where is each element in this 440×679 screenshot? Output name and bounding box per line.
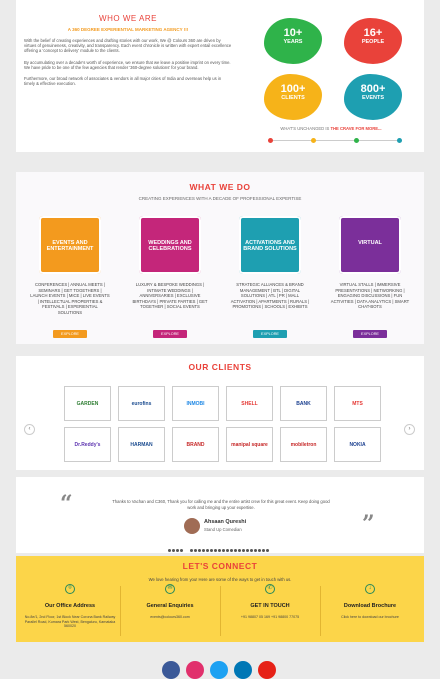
timeline-dot — [268, 138, 273, 143]
who-subtitle: A 360 DEGREE EXPERIENTIAL MARKETING AGEN… — [67, 27, 189, 32]
get-in-touch-card: ✆ GET IN TOUCH +91 98807 05 169 +91 9880… — [220, 584, 320, 620]
email-icon: ✉ — [165, 584, 175, 594]
client-logo: BRAND — [172, 427, 219, 462]
tagline-prefix: WHAT'S UNCHANGED IS — [280, 126, 331, 131]
open-quote-icon: “ — [60, 491, 73, 517]
who-paragraph-3: Furthermore, our broad network of associ… — [24, 76, 222, 87]
download-icon: ↓ — [365, 584, 375, 594]
service-card-virtual: VIRTUAL VIRTUAL STALLS | IMMERSIVE PRESE… — [330, 216, 410, 340]
general-enquiries-card: ✉ General Enquiries events@colours360.co… — [120, 584, 220, 620]
carousel-dots[interactable] — [190, 549, 269, 552]
phone-link[interactable]: +91 98807 05 169 +91 98800 77075 — [220, 615, 320, 620]
service-card-events: EVENTS AND ENTERTAINMENT CONFERENCES | A… — [30, 216, 110, 340]
tagline: WHAT'S UNCHANGED IS THE CRAVE FOR MORE..… — [251, 126, 411, 131]
stats-grid: 10+ YEARS 16+ PEOPLE 100+ CLIENTS 800+ E… — [246, 18, 418, 126]
twitter-icon[interactable] — [210, 661, 228, 679]
what-subtitle: CREATING EXPERIENCES WITH A DECADE OF PR… — [138, 196, 302, 201]
client-logo: NOKIA — [334, 427, 381, 462]
connect-subtitle: We love hearing from you! Here are some … — [148, 577, 292, 582]
map-pin-icon: ⌾ — [65, 584, 75, 594]
client-logo: MTS — [334, 386, 381, 421]
client-logo: manipal square — [226, 427, 273, 462]
service-card-activations: ACTIVATIONS AND BRAND SOLUTIONS STRATEGI… — [230, 216, 310, 340]
card-heading: General Enquiries — [146, 603, 194, 609]
office-address-card: ⌾ Our Office Address No.8e/1, 2nd Floor,… — [20, 584, 120, 629]
stat-number: 800+ — [360, 83, 386, 95]
virtual-logo: VIRTUAL — [339, 216, 401, 274]
stat-label: EVENTS — [361, 95, 384, 101]
service-description: CONFERENCES | ANNUAL MEETS | SEMINARS | … — [30, 282, 110, 315]
testimonial-role: Stand Up Comedian — [204, 527, 242, 532]
close-quote-icon: ” — [362, 511, 375, 537]
timeline-dot — [311, 138, 316, 143]
connect-title: LET'S CONNECT — [182, 561, 258, 571]
clients-title: OUR CLIENTS — [188, 362, 252, 372]
carousel-prev-button[interactable]: ‹ — [24, 424, 35, 435]
card-heading: GET IN TOUCH — [250, 603, 290, 609]
explore-button[interactable]: EXPLORE — [253, 330, 287, 338]
who-paragraph-1: With the belief of creating experiences … — [24, 38, 232, 54]
client-logo: HARMAN — [118, 427, 165, 462]
client-logo: INMOBI — [172, 386, 219, 421]
card-text: No.8e/1, 2nd Floor, 1st Block Near Coron… — [24, 615, 116, 629]
explore-button[interactable]: EXPLORE — [353, 330, 387, 338]
client-logo: SHELL — [226, 386, 273, 421]
client-logo: eurofins — [118, 386, 165, 421]
timeline-dot — [354, 138, 359, 143]
who-we-are-section: WHO WE ARE A 360 DEGREE EXPERIENTIAL MAR… — [16, 0, 424, 152]
service-description: LUXURY & BESPOKE WEDDINGS | INTIMATE WED… — [132, 282, 208, 310]
weddings-logo: WEDDINGS AND CELEBRATIONS — [139, 216, 201, 274]
download-brochure-card: ↓ Download Brochure Click here to downlo… — [320, 584, 420, 620]
what-title: WHAT WE DO — [189, 182, 251, 192]
testimonial-author: Ahsaan Qureshi — [204, 519, 247, 525]
linkedin-icon[interactable] — [234, 661, 252, 679]
testimonial-text: Thanks to Vachan and C360, Thank you for… — [112, 499, 330, 510]
stat-number: 16+ — [363, 27, 383, 39]
stat-label: PEOPLE — [361, 39, 385, 45]
clients-section: OUR CLIENTS GARDEN eurofins INMOBI SHELL BAN… — [16, 356, 424, 470]
testimonial-section: “ Thanks to Vachan and C360, Thank you f… — [16, 477, 424, 553]
stat-number: 100+ — [280, 83, 306, 95]
timeline-dot — [397, 138, 402, 143]
stat-label: YEARS — [283, 39, 303, 45]
explore-button[interactable]: EXPLORE — [153, 330, 187, 338]
what-we-do-section: WHAT WE DO CREATING EXPERIENCES WITH A D… — [16, 172, 424, 344]
phone-icon: ✆ — [265, 584, 275, 594]
stat-number: 10+ — [283, 27, 303, 39]
stat-years: 10+ YEARS — [264, 18, 322, 64]
stat-clients: 100+ CLIENTS — [264, 74, 322, 120]
timeline-dots — [268, 138, 402, 143]
stat-label: CLIENTS — [281, 95, 305, 101]
events-logo: EVENTS AND ENTERTAINMENT — [39, 216, 101, 274]
email-link[interactable]: events@colours360.com — [120, 615, 220, 620]
who-text-block: WHO WE ARE A 360 DEGREE EXPERIENTIAL MAR… — [24, 14, 232, 86]
client-logo: BANK — [280, 386, 327, 421]
who-title: WHO WE ARE — [99, 14, 157, 23]
client-logo: mobiletron — [280, 427, 327, 462]
service-description: STRATEGIC ALLIANCES & BRAND MANAGEMENT |… — [230, 282, 310, 310]
explore-button[interactable]: EXPLORE — [53, 330, 87, 338]
facebook-icon[interactable] — [162, 661, 180, 679]
tagline-highlight: THE CRAVE FOR MORE... — [330, 126, 382, 131]
card-heading: Our Office Address — [44, 603, 96, 609]
service-description: VIRTUAL STALLS | IMMERSIVE PRESENTATIONS… — [330, 282, 410, 310]
carousel-next-button[interactable]: › — [404, 424, 415, 435]
avatar — [184, 518, 200, 534]
stat-events: 800+ EVENTS — [344, 74, 402, 120]
card-heading: Download Brochure — [343, 603, 397, 609]
who-paragraph-2: By accumulating over a decade's worth of… — [24, 59, 231, 70]
activations-logo: ACTIVATIONS AND BRAND SOLUTIONS — [239, 216, 301, 274]
instagram-icon[interactable] — [186, 661, 204, 679]
brochure-link[interactable]: Click here to download our brochure — [320, 615, 420, 620]
lets-connect-section: LET'S CONNECT We love hearing from you! … — [16, 556, 424, 642]
service-card-weddings: WEDDINGS AND CELEBRATIONS LUXURY & BESPO… — [130, 216, 210, 340]
carousel-dots[interactable] — [168, 549, 183, 552]
client-logo: Dr.Reddy's — [64, 427, 111, 462]
client-logo: GARDEN — [64, 386, 111, 421]
youtube-icon[interactable] — [258, 661, 276, 679]
stat-people: 16+ PEOPLE — [344, 18, 402, 64]
